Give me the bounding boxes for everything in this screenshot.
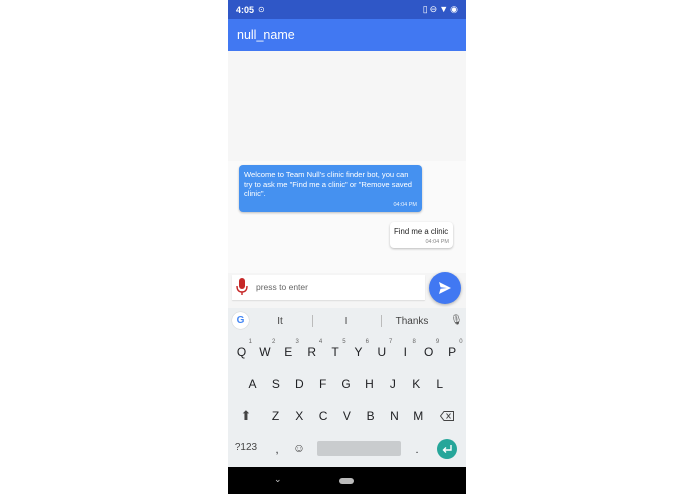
key-hint: 9 (435, 339, 440, 345)
key-w[interactable]: W2 (253, 339, 276, 364)
key-m[interactable]: M (407, 404, 430, 428)
dnd-icon: ⊖ (429, 4, 440, 14)
keyboard: G It I Thanks 🎙 Q1W2E3R4T5Y6U7I8O9P0 ASD… (228, 308, 466, 467)
key-label: W (259, 345, 271, 359)
key-f[interactable]: F (311, 372, 334, 396)
key-g[interactable]: G (335, 372, 358, 396)
enter-key[interactable] (437, 439, 457, 459)
key-t[interactable]: T5 (324, 339, 347, 364)
key-d[interactable]: D (288, 372, 311, 396)
key-hint: 6 (365, 339, 369, 345)
backspace-icon (439, 411, 454, 421)
comma-key[interactable]: , (266, 438, 288, 462)
status-time: 4:05 (236, 5, 255, 15)
key-x[interactable]: X (288, 404, 311, 428)
key-hint: 8 (412, 339, 416, 345)
nav-back-icon[interactable]: ⌄ (274, 474, 282, 485)
key-label: U (377, 345, 387, 359)
cast-icon: ⊙ (258, 5, 265, 14)
suggestion-1[interactable]: It (250, 316, 310, 327)
key-hint: 1 (248, 339, 252, 345)
chat-background (228, 51, 466, 161)
send-button[interactable] (429, 272, 461, 304)
key-s[interactable]: S (264, 372, 287, 396)
bot-message-text: Welcome to Team Null's clinic finder bot… (244, 170, 413, 198)
mic-icon[interactable] (236, 278, 248, 296)
user-message-bubble: Find me a clinic 04:04 PM (390, 222, 453, 248)
key-hint: 4 (318, 339, 323, 345)
message-input[interactable] (256, 280, 416, 294)
key-a[interactable]: A (241, 372, 264, 396)
space-key[interactable] (317, 441, 401, 456)
google-icon[interactable]: G (232, 312, 249, 329)
key-c[interactable]: C (312, 404, 335, 428)
key-u[interactable]: U7 (370, 339, 393, 364)
status-icons: ▯⊖▼◉ (423, 4, 460, 15)
suggestion-strip: G It I Thanks 🎙 (228, 308, 466, 334)
key-r[interactable]: R4 (300, 339, 323, 364)
bot-message-time: 04:04 PM (393, 202, 417, 208)
nav-home-button[interactable] (339, 478, 354, 484)
key-hint: 0 (459, 339, 463, 345)
wifi-icon: ▼ (439, 4, 451, 14)
send-icon (439, 282, 451, 294)
key-hint: 5 (342, 339, 346, 345)
input-box (232, 275, 425, 300)
key-label: Q (236, 345, 247, 359)
status-bar: 4:05 ⊙ ▯⊖▼◉ (228, 0, 466, 19)
key-label: I (403, 345, 407, 359)
key-label: P (448, 345, 457, 359)
key-l[interactable]: L (428, 372, 451, 396)
key-q[interactable]: Q1 (230, 339, 253, 364)
enter-icon (442, 445, 452, 453)
navigation-bar: ⌄ (228, 467, 466, 494)
key-p[interactable]: P0 (441, 339, 464, 364)
suggestion-divider (312, 315, 313, 327)
app-bar: null_name (228, 19, 466, 51)
key-b[interactable]: B (359, 404, 382, 428)
key-hint: 2 (272, 339, 276, 345)
key-k[interactable]: K (405, 372, 428, 396)
period-key[interactable]: . (406, 438, 428, 462)
key-z[interactable]: Z (264, 404, 287, 428)
key-label: E (284, 345, 293, 359)
key-h[interactable]: H (358, 372, 381, 396)
backspace-key[interactable] (434, 404, 460, 428)
key-v[interactable]: V (335, 404, 358, 428)
app-title: null_name (237, 28, 295, 42)
key-label: T (331, 345, 339, 359)
key-hint: 7 (389, 339, 393, 345)
key-label: O (424, 345, 434, 359)
emoji-icon[interactable]: ☺ (288, 436, 310, 460)
key-label: R (307, 345, 317, 359)
key-i[interactable]: I8 (394, 339, 417, 364)
suggestion-2[interactable]: I (316, 316, 376, 327)
key-label: Y (354, 345, 363, 359)
suggestion-3[interactable]: Thanks (382, 316, 442, 327)
shift-key[interactable]: ⬆ (233, 404, 259, 428)
key-n[interactable]: N (383, 404, 406, 428)
symbols-key[interactable]: ?123 (231, 436, 261, 460)
key-o[interactable]: O9 (417, 339, 440, 364)
sync-icon: ◉ (450, 4, 460, 14)
phone-screen: 4:05 ⊙ ▯⊖▼◉ null_name Welcome to Team Nu… (228, 0, 466, 494)
input-row (228, 272, 466, 308)
key-e[interactable]: E3 (277, 339, 300, 364)
user-message-text: Find me a clinic (394, 227, 449, 236)
vibrate-icon: ▯ (422, 4, 430, 14)
bot-message-bubble: Welcome to Team Null's clinic finder bot… (239, 165, 422, 212)
key-hint: 3 (295, 339, 299, 345)
key-y[interactable]: Y6 (347, 339, 370, 364)
keyboard-mic-icon[interactable]: 🎙 (450, 315, 463, 326)
user-message-time: 04:04 PM (425, 239, 449, 245)
key-j[interactable]: J (381, 372, 404, 396)
